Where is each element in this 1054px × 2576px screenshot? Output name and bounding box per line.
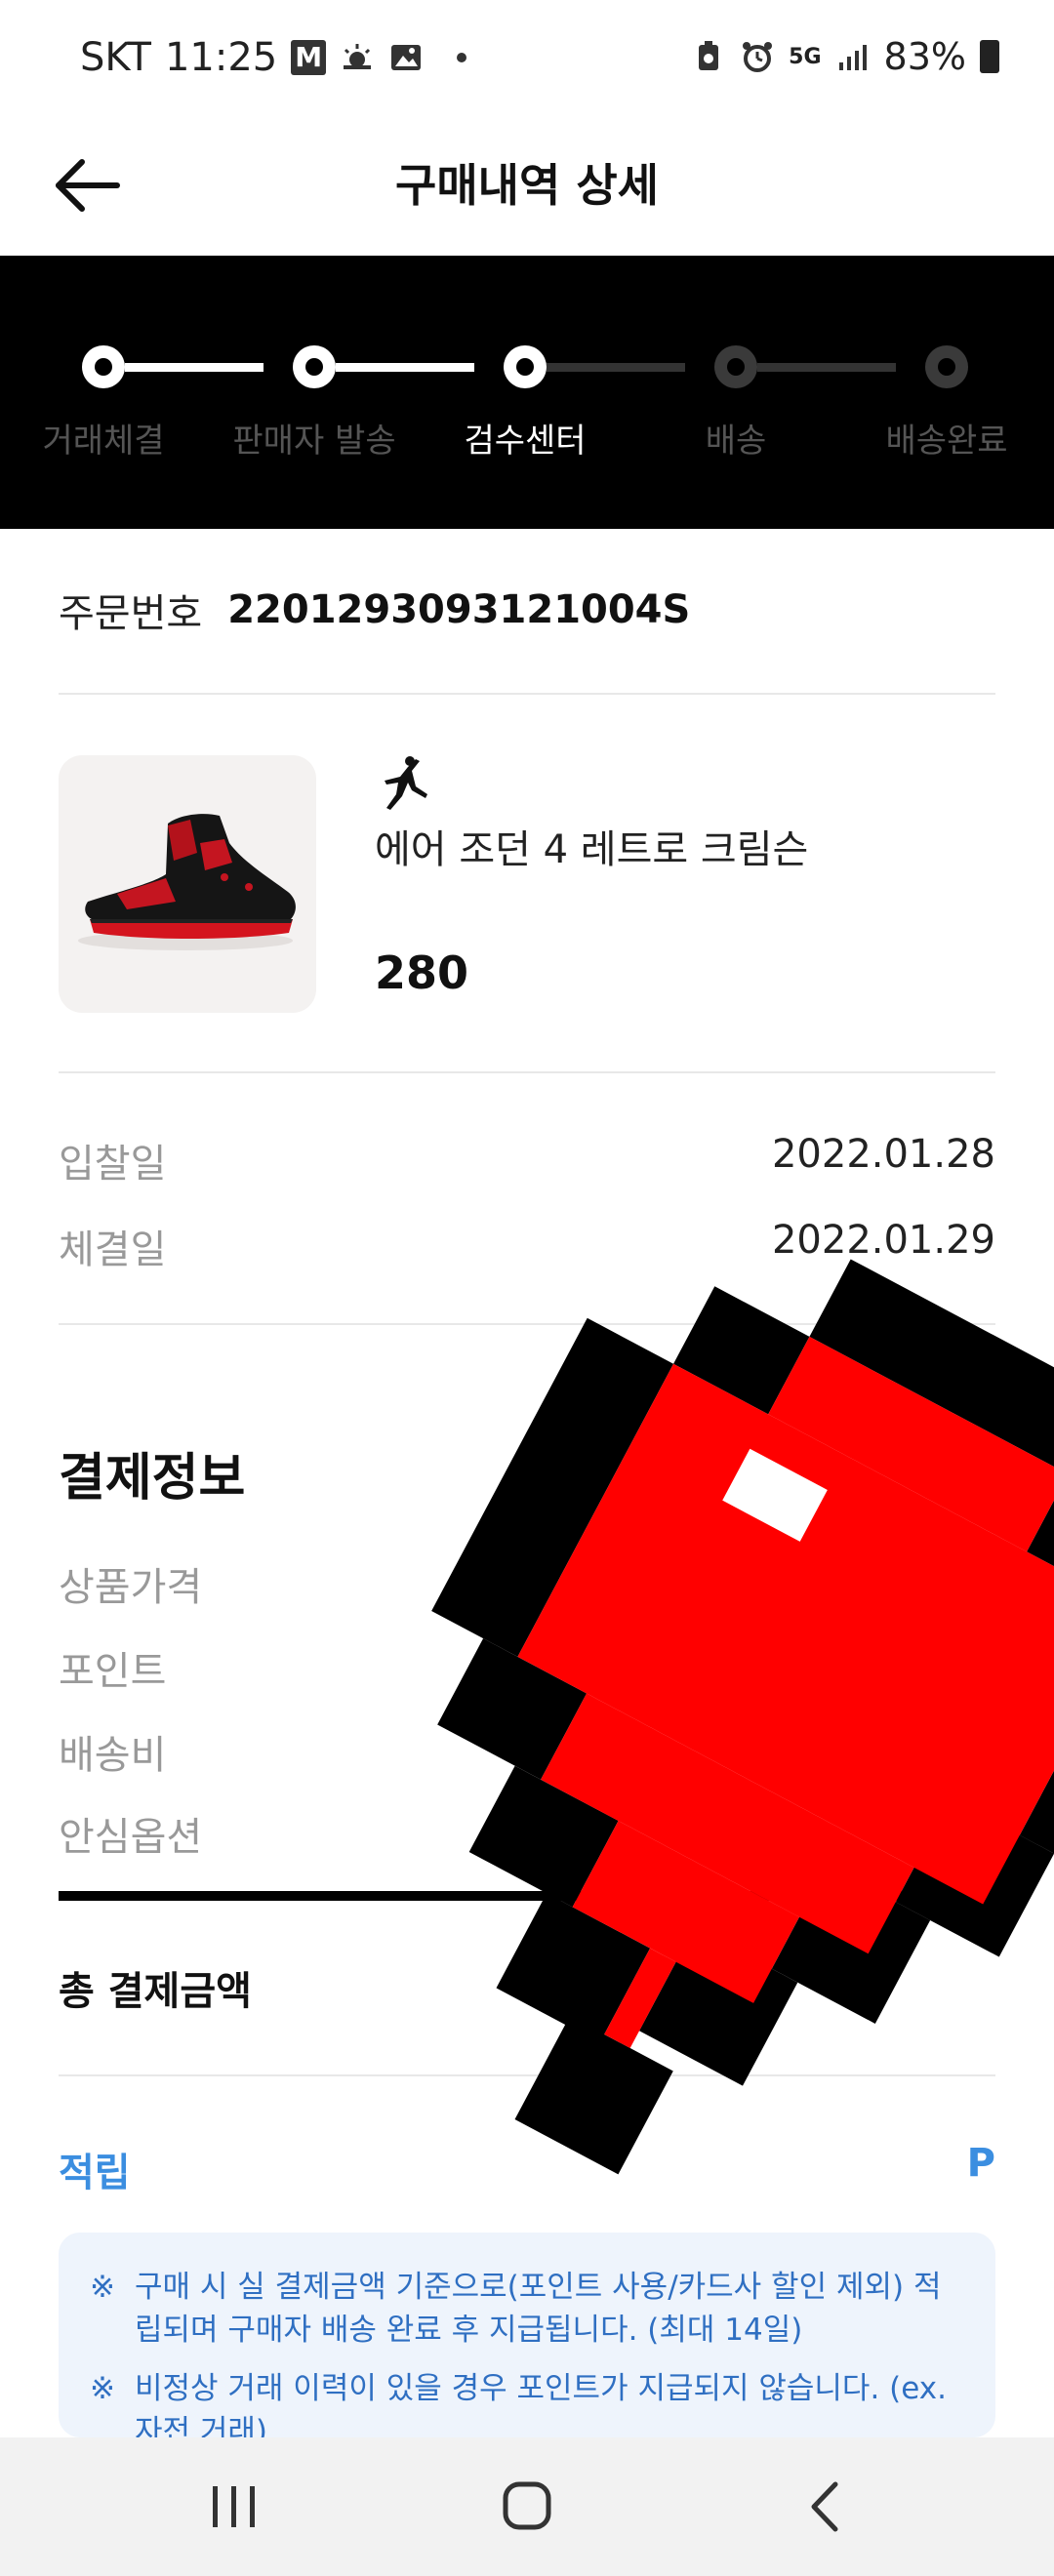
- divider: [59, 2074, 995, 2076]
- network-type: 5G: [789, 44, 822, 69]
- product-name: 에어 조던 4 레트로 크림슨: [375, 827, 809, 872]
- progress-line-4: [757, 363, 896, 372]
- payment-row-product-price: 상품가격: [59, 1565, 203, 1610]
- progress-step-dot-3: [504, 345, 547, 388]
- progress-line-3: [547, 363, 685, 372]
- page-title: 구매내역 상세: [395, 159, 659, 212]
- progress-step-dot-2: [293, 345, 336, 388]
- divider: [59, 1071, 995, 1073]
- total-divider: [59, 1891, 995, 1901]
- points-notice-box: ※ 구매 시 실 결제금액 기준으로(포인트 사용/카드사 할인 제외) 적립되…: [59, 2233, 995, 2437]
- product-image[interactable]: [59, 755, 316, 1013]
- status-right: 5G 83%: [691, 35, 999, 78]
- clock: 11:25: [164, 35, 278, 80]
- recent-apps-icon: [213, 2486, 255, 2527]
- app-header: 구매내역 상세: [0, 117, 1054, 256]
- mail-icon: M: [291, 40, 327, 75]
- payment-info-title: 결제정보: [59, 1449, 246, 1508]
- signal-icon: [838, 45, 867, 70]
- battery-percent: 83%: [883, 35, 966, 78]
- notice-bullet-icon: ※: [90, 2270, 115, 2305]
- alarm-icon: [743, 42, 773, 72]
- status-left: SKT 11:25 M: [80, 35, 467, 80]
- progress-step-label-3: 검수센터: [464, 422, 587, 461]
- home-icon: [503, 2481, 551, 2530]
- payment-row-safe-option: 안심옵션: [59, 1815, 203, 1860]
- total-payment-label: 총 결제금액: [59, 1969, 252, 2014]
- bid-date-label: 입찰일: [59, 1142, 167, 1187]
- order-number-row: 주문번호 2201293093121004S: [59, 582, 995, 638]
- jordan-jumpman-icon: [385, 756, 427, 810]
- product-size: 280: [375, 946, 469, 999]
- progress-step-dot-5: [925, 345, 968, 388]
- points-earn-value: P: [966, 2141, 995, 2186]
- back-icon: [811, 2481, 838, 2532]
- status-bar: SKT 11:25 M 5G 83%: [0, 0, 1054, 117]
- notice-item-2-text: 비정상 거래 이력이 있을 경우 포인트가 지급되지 않습니다. (ex. 자전…: [135, 2371, 947, 2437]
- progress-line-2: [336, 363, 474, 372]
- order-number-value: 2201293093121004S: [227, 587, 691, 632]
- progress-step-dot-4: [714, 345, 757, 388]
- system-back-button[interactable]: [787, 2473, 865, 2541]
- home-button[interactable]: [488, 2473, 566, 2541]
- sneaker-image: [78, 814, 296, 950]
- payment-row-points: 포인트: [59, 1649, 167, 1694]
- battery-icon: [980, 40, 999, 73]
- divider: [59, 1323, 995, 1325]
- recent-apps-button[interactable]: [195, 2473, 273, 2541]
- order-number-label: 주문번호: [59, 591, 203, 636]
- progress-line-1: [125, 363, 264, 372]
- system-nav-bar: [0, 2437, 1054, 2576]
- divider: [59, 693, 995, 695]
- notice-item-2: ※ 비정상 거래 이력이 있을 경우 포인트가 지급되지 않습니다. (ex. …: [90, 2367, 966, 2437]
- points-earn-label: 적립: [59, 2151, 131, 2195]
- notice-bullet-icon: ※: [90, 2371, 115, 2406]
- recycle-icon: [699, 41, 719, 70]
- progress-step-dot-1: [82, 345, 125, 388]
- gallery-icon: [391, 45, 422, 70]
- progress-step-label-2: 판매자 발송: [232, 422, 396, 461]
- payment-row-shipping: 배송비: [59, 1733, 167, 1778]
- carrier-label: SKT: [80, 35, 151, 80]
- weather-icon: [344, 44, 372, 69]
- bid-date-value: 2022.01.28: [771, 1132, 995, 1177]
- progress-step-label-4: 배송: [705, 422, 767, 461]
- notification-dot-icon: [457, 53, 467, 62]
- progress-step-label-1: 거래체결: [42, 422, 165, 461]
- progress-step-label-5: 배송완료: [885, 422, 1008, 461]
- notice-item-1: ※ 구매 시 실 결제금액 기준으로(포인트 사용/카드사 할인 제외) 적립되…: [90, 2266, 966, 2352]
- notice-item-1-text: 구매 시 실 결제금액 기준으로(포인트 사용/카드사 할인 제외) 적립되며 …: [135, 2270, 942, 2348]
- order-progress-tracker: 거래체결 판매자 발송 검수센터 배송 배송완료: [0, 256, 1054, 529]
- deal-date-value: 2022.01.29: [771, 1218, 995, 1263]
- deal-date-label: 체결일: [59, 1228, 167, 1272]
